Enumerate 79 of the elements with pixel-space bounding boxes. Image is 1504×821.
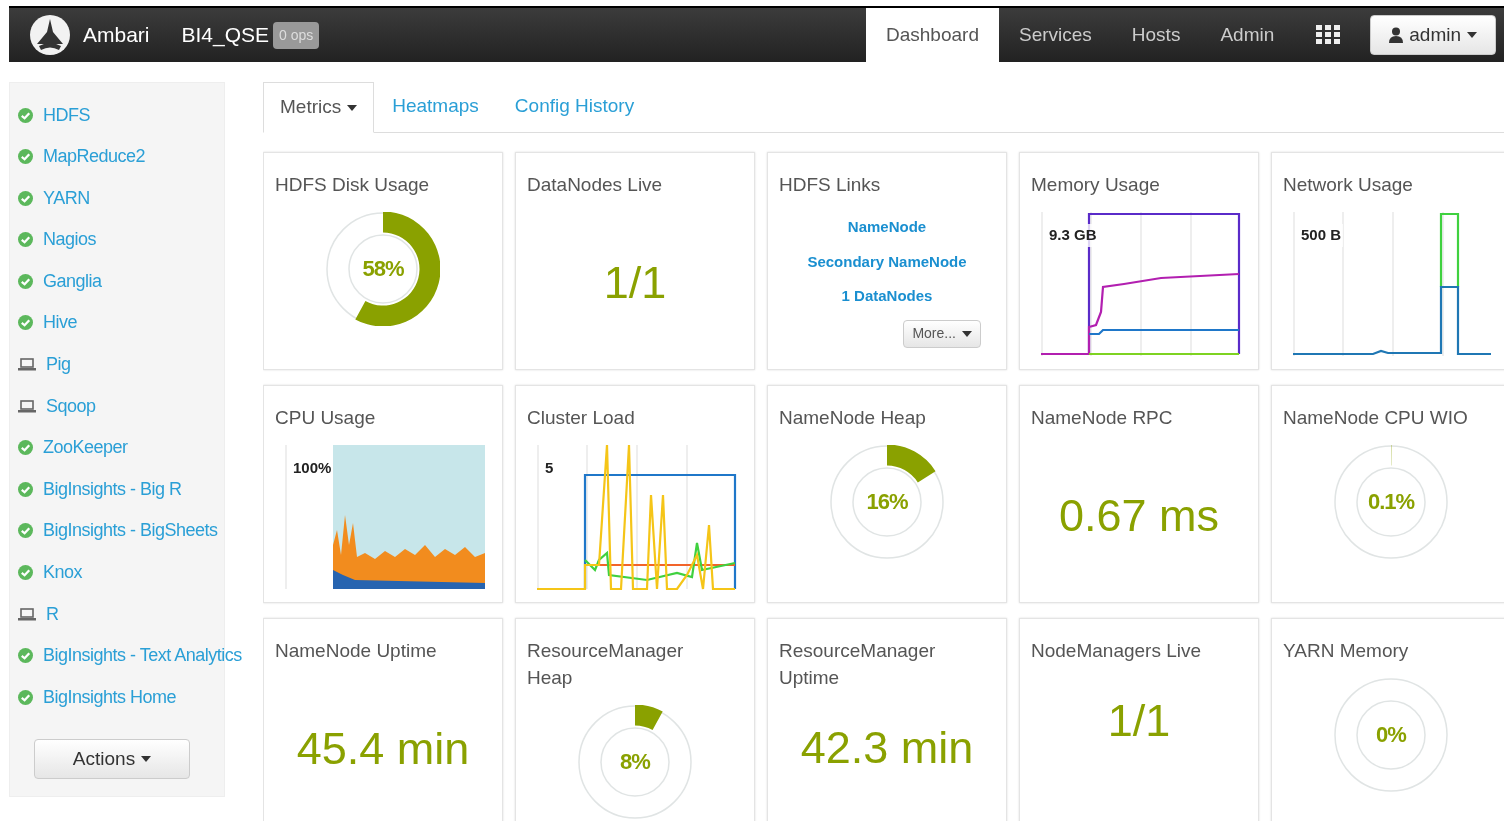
metric-value: 45.4 min xyxy=(295,726,471,771)
laptop-icon xyxy=(18,607,36,621)
check-circle-icon xyxy=(18,190,33,206)
nav-tab[interactable]: Dashboard xyxy=(866,8,999,62)
metric-value: 0.67 ms xyxy=(1057,493,1221,538)
service-link[interactable]: Ganglia xyxy=(43,267,102,295)
widget-title: NameNode RPC xyxy=(1031,406,1174,430)
actions-button[interactable]: Actions xyxy=(34,739,190,780)
percent-value: 0% xyxy=(1376,722,1406,748)
check-circle-icon xyxy=(18,440,33,456)
widget-title: NameNode CPU WIO xyxy=(1283,406,1469,430)
widget-title: NodeManagers Live xyxy=(1031,639,1203,663)
widget-title: Memory Usage xyxy=(1031,173,1161,197)
caret-icon xyxy=(141,756,152,763)
service-link[interactable]: BigInsights - BigSheets xyxy=(43,517,218,545)
service-link[interactable]: Hive xyxy=(43,309,77,337)
check-circle-icon xyxy=(18,273,33,289)
check-circle-icon xyxy=(18,107,33,123)
check-circle-icon xyxy=(18,565,33,581)
laptop-icon xyxy=(18,399,36,413)
component-link[interactable]: Secondary NameNode xyxy=(807,250,967,273)
widget-title: NameNode Uptime xyxy=(275,639,438,663)
check-circle-icon xyxy=(18,481,33,497)
percent-value: 8% xyxy=(620,749,650,775)
laptop-icon xyxy=(18,358,36,372)
service-link[interactable]: BigInsights - Text Analytics xyxy=(43,642,242,670)
service-link[interactable]: Nagios xyxy=(43,226,97,254)
metric-value: 1/1 xyxy=(602,260,668,305)
logo-icon xyxy=(29,14,71,56)
service-link[interactable]: BigInsights Home xyxy=(43,683,177,711)
percent-value: 16% xyxy=(866,489,908,515)
ops-badge[interactable]: 0 ops xyxy=(273,21,320,49)
nav-tab[interactable]: Services xyxy=(998,8,1112,62)
caret-icon xyxy=(1467,32,1477,38)
cluster-name[interactable]: BI4_QSE xyxy=(181,19,270,51)
check-circle-icon xyxy=(18,232,33,248)
widget-title: HDFS Links xyxy=(779,173,882,197)
metric-value: 42.3 min xyxy=(799,725,975,770)
service-link[interactable]: HDFS xyxy=(43,101,90,129)
nav-tab[interactable]: Admin xyxy=(1200,8,1295,62)
widget-title: YARN Memory xyxy=(1283,639,1410,663)
widget-title: HDFS Disk Usage xyxy=(275,173,431,197)
service-link[interactable]: Pig xyxy=(46,351,71,379)
app-name[interactable]: Ambari xyxy=(83,19,150,51)
check-circle-icon xyxy=(18,648,33,664)
widget-title: ResourceManager Uptime xyxy=(779,639,937,690)
user-icon xyxy=(1389,27,1404,43)
check-circle-icon xyxy=(18,523,33,539)
percent-value: 58% xyxy=(362,256,404,282)
service-link[interactable]: ZooKeeper xyxy=(43,434,128,462)
axis-label: 500 B xyxy=(1299,224,1344,247)
widget-title: NameNode Heap xyxy=(779,406,927,430)
metric-value: 1/1 xyxy=(1106,698,1172,743)
axis-label: 9.3 GB xyxy=(1047,224,1099,247)
nav-tab[interactable]: Hosts xyxy=(1111,8,1201,62)
component-link[interactable]: 1 DataNodes xyxy=(841,285,933,308)
metrics-tab[interactable]: Config History xyxy=(496,82,653,132)
apps-grid-icon[interactable] xyxy=(1316,25,1341,45)
more-button[interactable]: More... xyxy=(903,319,981,348)
widget-title: CPU Usage xyxy=(275,406,377,430)
service-link[interactable]: YARN xyxy=(43,184,90,212)
component-link[interactable]: NameNode xyxy=(847,216,927,239)
service-link[interactable]: R xyxy=(46,600,59,628)
service-link[interactable]: BigInsights - Big R xyxy=(43,475,182,503)
check-circle-icon xyxy=(18,315,33,331)
widget-title: Cluster Load xyxy=(527,406,636,430)
service-link[interactable]: Sqoop xyxy=(46,392,96,420)
service-link[interactable]: MapReduce2 xyxy=(43,143,146,171)
widget-title: DataNodes Live xyxy=(527,173,664,197)
metrics-tab[interactable]: Metrics xyxy=(263,82,375,133)
user-menu-button[interactable]: admin xyxy=(1370,15,1496,55)
caret-icon xyxy=(962,330,972,337)
widget-title: Network Usage xyxy=(1283,173,1414,197)
widget-title: ResourceManager Heap xyxy=(527,639,685,690)
check-circle-icon xyxy=(18,689,33,705)
check-circle-icon xyxy=(18,149,33,165)
metrics-tab[interactable]: Heatmaps xyxy=(374,82,497,132)
service-link[interactable]: Knox xyxy=(43,559,83,587)
percent-value: 0.1% xyxy=(1367,489,1415,515)
